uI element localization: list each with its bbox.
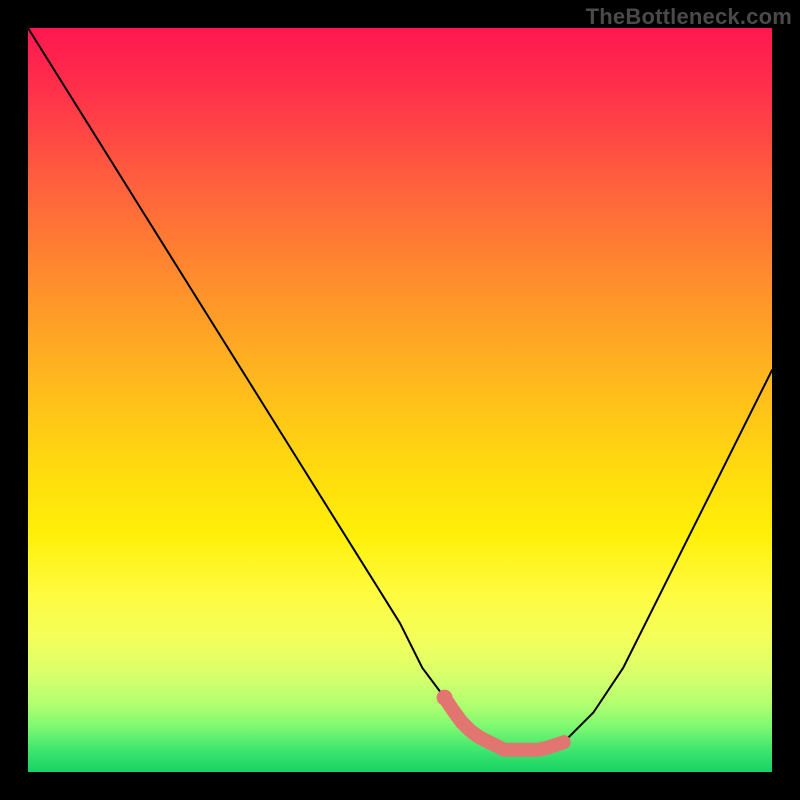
plot-area <box>28 28 772 772</box>
optimal-zone-highlight <box>445 698 564 750</box>
bottleneck-curve <box>28 28 772 750</box>
optimal-zone-dot <box>437 690 453 706</box>
chart-frame: TheBottleneck.com <box>0 0 800 800</box>
curve-layer <box>28 28 772 772</box>
watermark-text: TheBottleneck.com <box>586 4 792 30</box>
